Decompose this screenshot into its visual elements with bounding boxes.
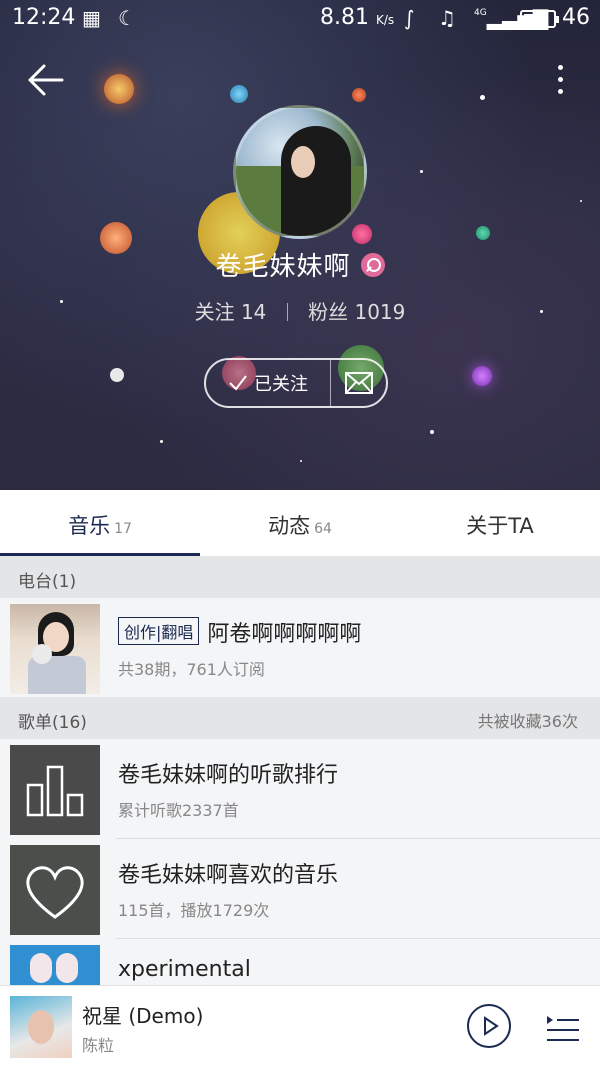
- radio-cover: [10, 604, 100, 694]
- radio-title: 阿卷啊啊啊啊啊: [207, 622, 362, 647]
- radio-section-header: 电台(1): [0, 556, 600, 598]
- radio-item[interactable]: 创作|翻唱 阿卷啊啊啊啊啊 共38期，761人订阅: [0, 598, 600, 698]
- username: 卷毛妹妹啊: [215, 252, 351, 282]
- tab-count: 64: [314, 521, 332, 537]
- battery-level: 46: [562, 5, 590, 30]
- playlist-section-header: 歌单(16) 共被收藏36次: [0, 697, 600, 739]
- mail-icon: [344, 372, 373, 394]
- play-button[interactable]: [467, 1004, 511, 1048]
- planet-decoration: [110, 368, 124, 382]
- planet-decoration: [230, 85, 248, 103]
- playlist-button[interactable]: [545, 1008, 581, 1046]
- tab-label: 动态: [268, 514, 311, 538]
- playlist-item[interactable]: 卷毛妹妹啊的听歌排行 累计听歌2337首: [0, 739, 600, 839]
- section-title: 歌单(16): [18, 713, 87, 733]
- star-decoration: [160, 440, 163, 443]
- profile-name-row: 卷毛妹妹啊: [0, 246, 600, 283]
- playlist-cover: [10, 845, 100, 935]
- now-playing-cover: [10, 996, 72, 1058]
- star-decoration: [300, 460, 302, 462]
- star-decoration: [480, 95, 485, 100]
- moon-icon: ☾: [118, 6, 136, 30]
- profile-header: 12:24 ▦ ☾ 8.81 K/s ∫ ♫ 4G▂▃▅▇ 46 卷毛妹妹啊 关…: [0, 0, 600, 490]
- play-icon: [484, 1016, 499, 1036]
- tab-count: 17: [114, 521, 132, 537]
- heart-icon: [26, 866, 84, 919]
- notification-icon: ▦: [82, 6, 101, 30]
- playlist-title: 卷毛妹妹啊的听歌排行: [118, 763, 339, 788]
- tab-label: 音乐: [68, 514, 111, 538]
- check-icon: [229, 375, 247, 391]
- planet-decoration: [476, 226, 490, 240]
- fans-count[interactable]: 粉丝 1019: [308, 300, 405, 324]
- planet-decoration: [104, 74, 134, 104]
- playlist-subtitle: 115首，播放1729次: [118, 901, 270, 920]
- playlist-cover: [10, 745, 100, 835]
- more-dot-icon: [557, 89, 563, 94]
- bluetooth-icon: ∫: [404, 6, 415, 30]
- radio-subtitle: 共38期，761人订阅: [118, 660, 265, 679]
- playlist-icon: [547, 1016, 579, 1041]
- star-decoration: [580, 200, 582, 202]
- mini-player[interactable]: 祝星 (Demo) 陈粒: [0, 985, 600, 1067]
- gender-badge-icon: [360, 252, 385, 277]
- star-decoration: [430, 430, 434, 434]
- message-button[interactable]: [331, 360, 386, 406]
- playlist-title: 卷毛妹妹啊喜欢的音乐: [118, 863, 339, 888]
- more-dot-icon: [557, 77, 563, 82]
- more-options-button[interactable]: [548, 62, 572, 100]
- tab-label: 关于TA: [466, 514, 534, 538]
- follow-actions: 已关注: [204, 358, 388, 408]
- status-time: 12:24: [12, 5, 76, 30]
- following-count[interactable]: 关注 14: [195, 300, 267, 324]
- radio-tag: 创作|翻唱: [118, 617, 200, 645]
- mute-icon: ♫: [438, 6, 456, 30]
- stats-divider: [286, 303, 288, 321]
- radio-title-row: 创作|翻唱 阿卷啊啊啊啊啊: [118, 616, 361, 648]
- playlist-subtitle: 累计听歌2337首: [118, 801, 239, 820]
- back-arrow-icon: [28, 64, 64, 96]
- tab-activity[interactable]: 动态 64: [200, 490, 400, 556]
- tab-music[interactable]: 音乐 17: [0, 490, 200, 556]
- playlist-item[interactable]: 卷毛妹妹啊喜欢的音乐 115首，播放1729次: [0, 839, 600, 939]
- playlist-title: xperimental: [118, 957, 251, 982]
- profile-tabs: 音乐 17 动态 64 关于TA: [0, 490, 600, 556]
- more-dot-icon: [557, 65, 563, 70]
- planet-decoration: [472, 366, 492, 386]
- network-speed: 8.81 K/s: [320, 5, 395, 30]
- avatar[interactable]: [233, 105, 367, 239]
- battery-icon: [520, 10, 559, 28]
- bar-chart-icon: [26, 765, 84, 817]
- now-playing-artist: 陈粒: [82, 1036, 115, 1055]
- tab-about[interactable]: 关于TA: [400, 490, 600, 556]
- back-button[interactable]: [26, 62, 66, 98]
- section-title: 电台(1): [18, 572, 77, 592]
- collected-count: 共被收藏36次: [477, 712, 578, 731]
- status-bar: 12:24 ▦ ☾ 8.81 K/s ∫ ♫ 4G▂▃▅▇ 46: [0, 0, 600, 38]
- now-playing-title: 祝星 (Demo): [82, 1004, 204, 1028]
- planet-decoration: [352, 88, 366, 102]
- star-decoration: [420, 170, 423, 173]
- followed-label: 已关注: [254, 374, 308, 395]
- follow-stats: 关注 14 粉丝 1019: [0, 296, 600, 325]
- followed-button[interactable]: 已关注: [206, 360, 331, 406]
